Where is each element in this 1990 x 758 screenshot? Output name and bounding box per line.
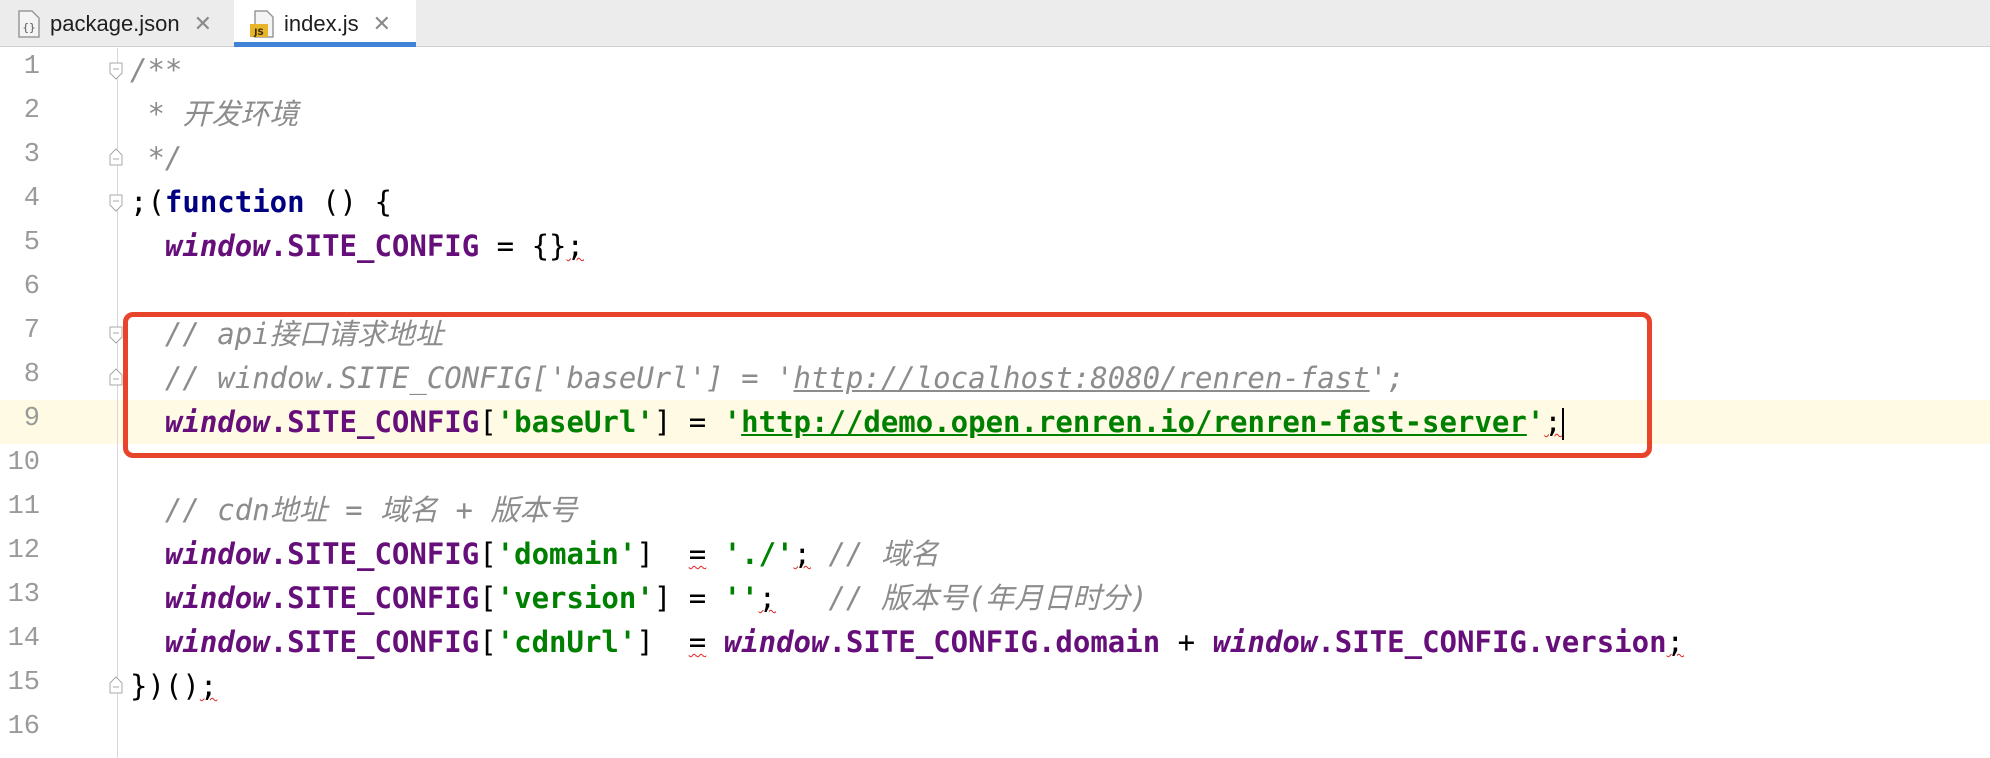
line-number: 2 (23, 96, 40, 126)
fold-close-icon[interactable] (109, 676, 123, 694)
code-line-5: window.SITE_CONFIG = {}; (164, 229, 584, 263)
annotation-highlight-box (123, 312, 1652, 458)
line-number: 12 (7, 536, 40, 566)
line-number: 5 (23, 228, 40, 258)
code-line-3: */ (130, 141, 183, 175)
editor-tab-bar: {} package.json ✕ JS index.js ✕ (0, 0, 1990, 47)
svg-text:{}: {} (22, 21, 35, 34)
code-line-2: * 开发环境 (130, 97, 299, 131)
code-line-14: window.SITE_CONFIG['cdnUrl'] = window.SI… (164, 625, 1685, 659)
active-tab-indicator (234, 42, 416, 47)
code-line-15: })(); (130, 669, 218, 703)
line-number: 3 (23, 140, 40, 170)
tab-index-js[interactable]: JS index.js ✕ (234, 0, 416, 47)
js-file-icon: JS (250, 9, 276, 38)
close-icon[interactable]: ✕ (373, 11, 391, 37)
tab-label: package.json (50, 10, 180, 36)
line-number: 1 (23, 52, 40, 82)
line-number: 10 (7, 448, 40, 478)
close-icon[interactable]: ✕ (194, 11, 212, 37)
fold-open-icon[interactable] (109, 326, 123, 344)
code-line-4: ;(function () { (130, 185, 392, 219)
line-number: 11 (7, 492, 40, 522)
code-line-13: window.SITE_CONFIG['version'] = ''; // 版… (164, 581, 1148, 615)
fold-close-icon[interactable] (109, 368, 123, 386)
line-number: 14 (7, 624, 40, 654)
tab-package-json[interactable]: {} package.json ✕ (16, 0, 236, 47)
line-number: 15 (7, 668, 40, 698)
fold-open-icon[interactable] (109, 62, 123, 80)
tab-label: index.js (284, 10, 359, 36)
fold-open-icon[interactable] (109, 194, 123, 212)
js-badge: JS (253, 28, 264, 38)
line-number: 6 (23, 272, 40, 302)
code-line-1: /** (130, 53, 183, 87)
code-line-11: // cdn地址 = 域名 + 版本号 (164, 493, 578, 527)
fold-close-icon[interactable] (109, 148, 123, 166)
line-number: 8 (23, 360, 40, 390)
line-number: 4 (23, 184, 40, 214)
line-number: 9 (23, 404, 40, 434)
line-number: 7 (23, 316, 40, 346)
code-line-12: window.SITE_CONFIG['domain'] = './'; // … (164, 537, 939, 571)
json-file-icon: {} (16, 9, 42, 38)
line-number: 13 (7, 580, 40, 610)
line-number: 16 (7, 712, 40, 742)
